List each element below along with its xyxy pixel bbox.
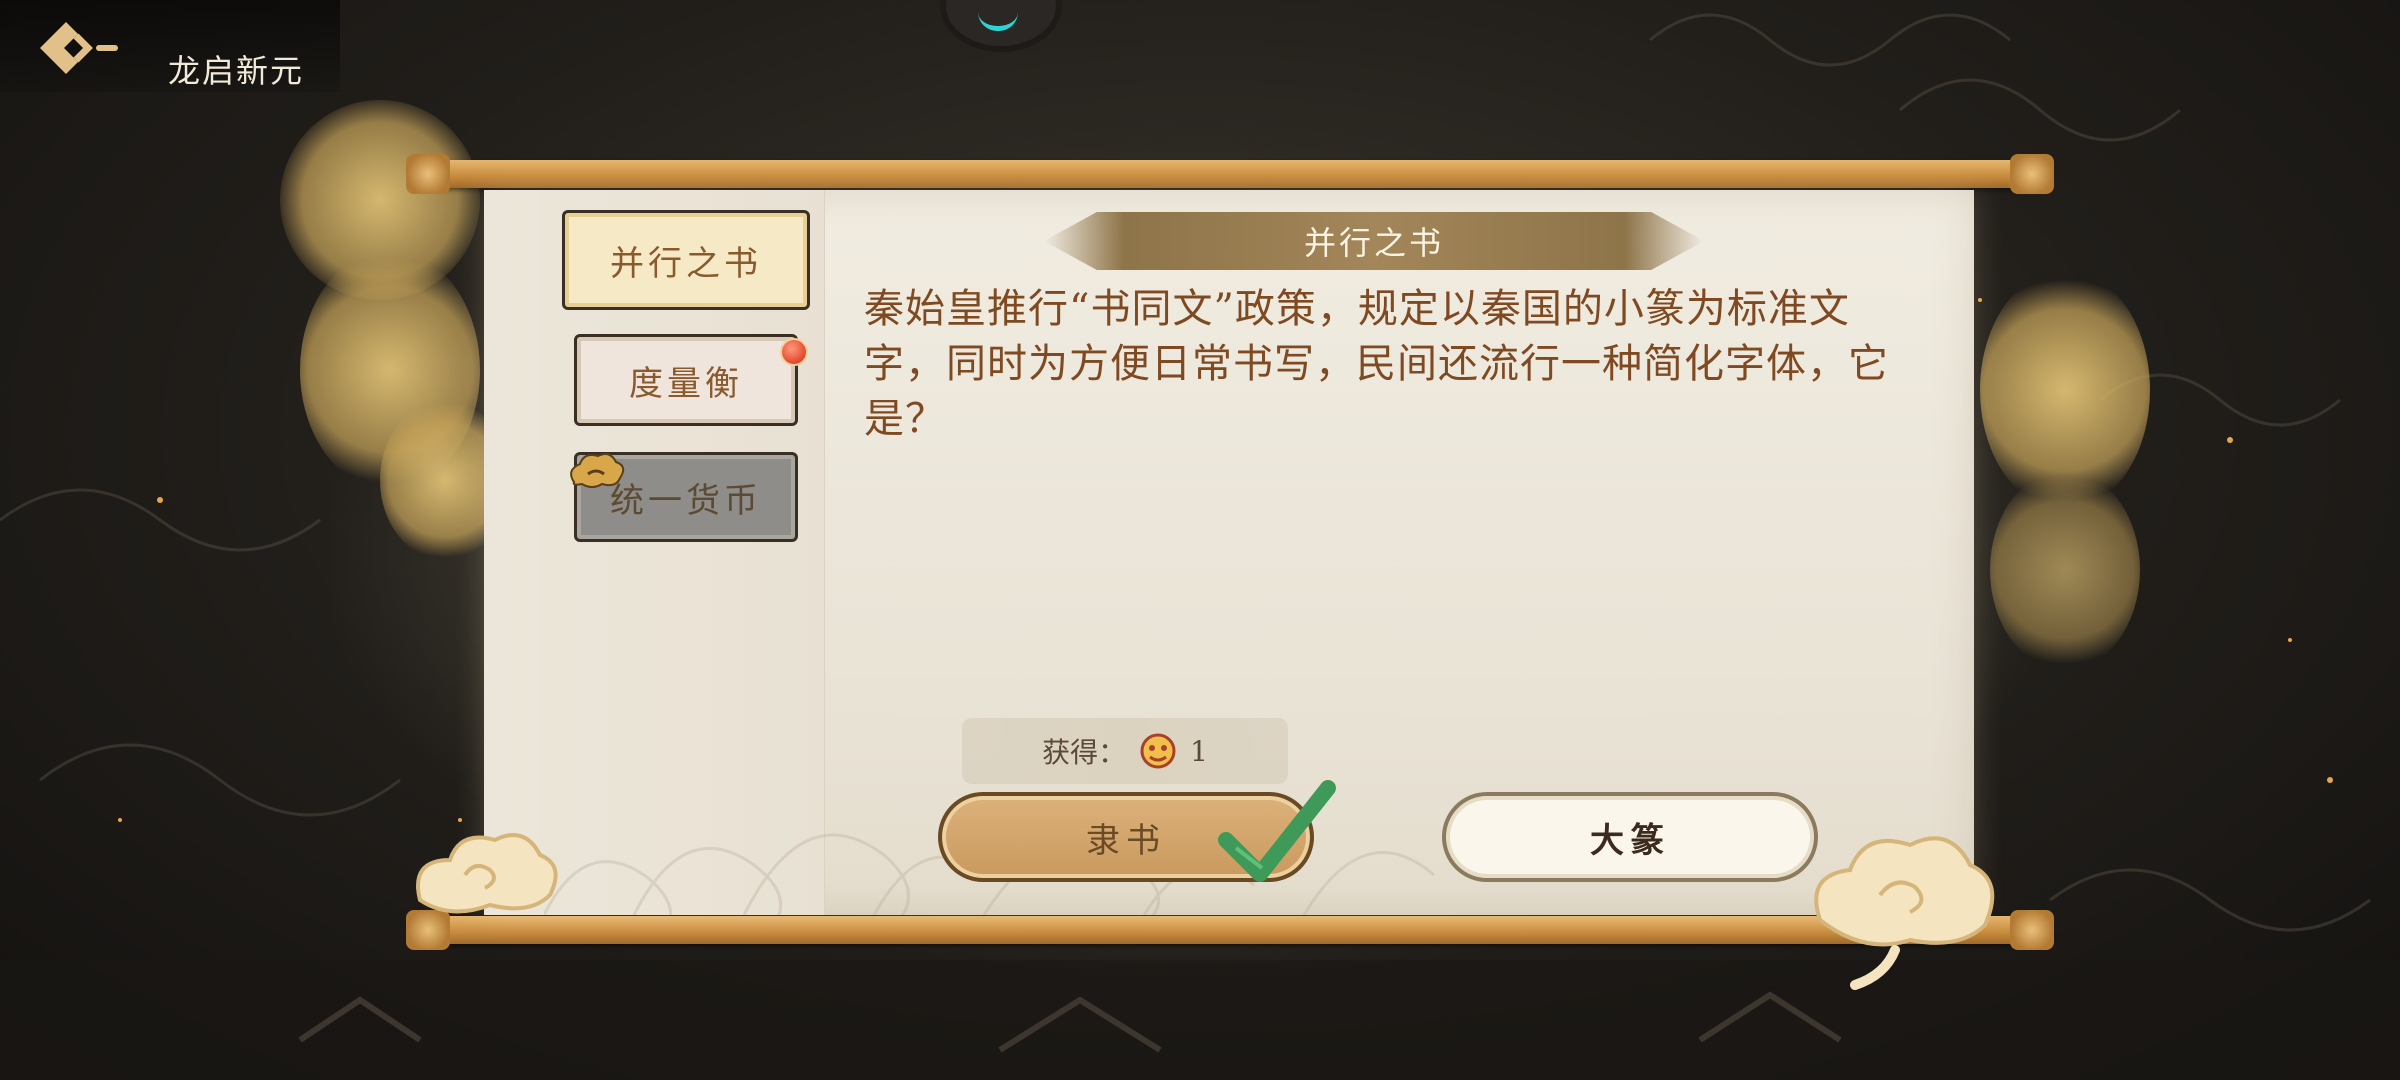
reward-box: 获得： 1	[962, 718, 1288, 784]
camera-notch	[940, 0, 1062, 52]
tab-label: 并行之书	[610, 243, 762, 284]
answer-option-b[interactable]: 大篆	[1442, 792, 1818, 882]
page-title: 龙启新元	[168, 52, 305, 90]
correct-check-icon	[1218, 780, 1336, 882]
answer-label: 隶书	[1086, 820, 1166, 861]
quiz-banner-title: 并行之书	[1044, 212, 1704, 270]
lion-dance-token-icon	[1140, 733, 1176, 769]
right-bamboo-decoration	[1990, 470, 2140, 670]
back-button[interactable]	[30, 12, 140, 82]
auspicious-cloud-left	[416, 833, 558, 914]
tab-label: 统一货币	[610, 480, 762, 521]
tab-label: 度量衡	[629, 363, 743, 404]
tab-measurement[interactable]: 度量衡	[574, 334, 798, 426]
tab-parallel-book[interactable]: 并行之书	[562, 210, 810, 310]
back-arrow-icon	[40, 22, 118, 74]
auspicious-cloud-right	[1814, 836, 1995, 990]
reward-label: 获得：	[1042, 736, 1127, 769]
question-text: 秦始皇推行“书同文”政策，规定以秦国的小篆为标准文字，同时为方便日常书写，民间还…	[864, 286, 1889, 442]
scroll-bottom-rod	[406, 910, 2054, 950]
reward-count: 1	[1190, 734, 1208, 768]
lock-cloud-icon	[570, 453, 625, 488]
quiz-scroll-paper: 并行之书 度量衡 统一货币 并行之书 秦始皇推行“书同文”政策，规定以秦国的小篆…	[484, 190, 1974, 915]
banner-title-text: 并行之书	[1303, 224, 1444, 262]
scroll-top-rod	[406, 154, 2054, 194]
answer-label: 大篆	[1590, 820, 1670, 861]
top-bar: 龙启新元	[0, 0, 340, 92]
notification-dot	[780, 338, 808, 366]
